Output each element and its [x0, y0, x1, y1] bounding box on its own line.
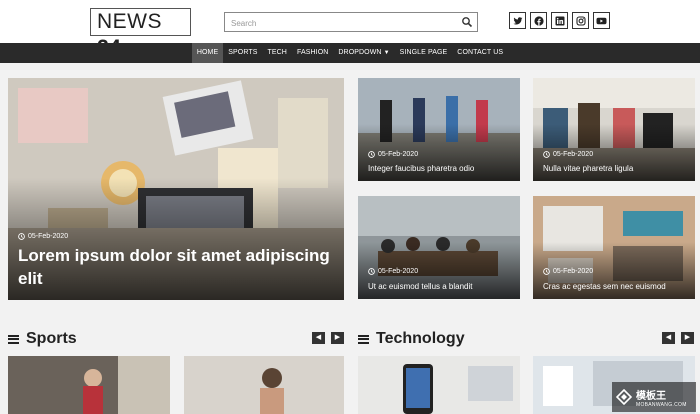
- clock-icon: [368, 268, 375, 275]
- instagram-icon[interactable]: [572, 12, 589, 29]
- article-card[interactable]: 05-Feb-2020 Nulla vitae pharetra ligula: [533, 78, 695, 181]
- youtube-icon[interactable]: [593, 12, 610, 29]
- menu-icon: [358, 334, 369, 344]
- search-input[interactable]: [225, 14, 450, 33]
- logo-text: NEWS: [97, 10, 162, 33]
- chevron-down-icon: ▼: [383, 50, 390, 56]
- nav-item-tech[interactable]: TECH: [263, 43, 292, 63]
- site-header: NEWS 24: [0, 0, 700, 59]
- watermark-text: 模板王 MOBANWANG.COM: [636, 387, 687, 408]
- technology-next-button[interactable]: ▶: [681, 332, 694, 344]
- sports-prev-button[interactable]: ◀: [312, 332, 325, 344]
- article-title[interactable]: Ut ac euismod tellus a blandit: [368, 282, 473, 291]
- technology-thumb[interactable]: [358, 356, 520, 414]
- watermark-line1: 模板王: [636, 390, 666, 402]
- featured-date: 05-Feb-2020: [28, 233, 69, 240]
- clock-icon: [543, 151, 550, 158]
- sports-next-button[interactable]: ▶: [331, 332, 344, 344]
- article-card[interactable]: 05-Feb-2020 Ut ac euismod tellus a bland…: [358, 196, 520, 299]
- clock-icon: [18, 233, 25, 240]
- main-nav: HOME SPORTS TECH FASHION DROPDOWN ▼ SINGL…: [0, 43, 700, 63]
- technology-section-header: Technology: [358, 330, 465, 348]
- watermark-line2: MOBANWANG.COM: [636, 401, 687, 408]
- article-title[interactable]: Nulla vitae pharetra ligula: [543, 164, 633, 173]
- article-title[interactable]: Integer faucibus pharetra odio: [368, 164, 474, 173]
- menu-icon: [8, 334, 19, 344]
- article-date: 05-Feb-2020: [378, 151, 419, 158]
- site-watermark: 模板王 MOBANWANG.COM: [612, 382, 696, 412]
- article-card[interactable]: 05-Feb-2020 Cras ac egestas sem nec euis…: [533, 196, 695, 299]
- article-card[interactable]: 05-Feb-2020 Integer faucibus pharetra od…: [358, 78, 520, 181]
- featured-meta: 05-Feb-2020: [18, 233, 68, 240]
- twitter-icon[interactable]: [509, 12, 526, 29]
- article-meta: 05-Feb-2020: [543, 151, 593, 158]
- article-date: 05-Feb-2020: [378, 268, 419, 275]
- article-date: 05-Feb-2020: [553, 268, 594, 275]
- sports-thumb[interactable]: [184, 356, 344, 414]
- nav-item-fashion[interactable]: FASHION: [292, 43, 333, 63]
- nav-item-contact-us[interactable]: CONTACT US: [452, 43, 508, 63]
- featured-title[interactable]: Lorem ipsum dolor sit amet adipiscing el…: [18, 244, 338, 290]
- search-box: [224, 12, 478, 33]
- site-logo[interactable]: NEWS 24: [90, 8, 191, 59]
- nav-item-dropdown[interactable]: DROPDOWN ▼: [333, 43, 394, 63]
- featured-article[interactable]: 05-Feb-2020 Lorem ipsum dolor sit amet a…: [8, 78, 344, 300]
- facebook-icon[interactable]: [530, 12, 547, 29]
- article-meta: 05-Feb-2020: [368, 151, 418, 158]
- article-date: 05-Feb-2020: [553, 151, 594, 158]
- search-icon[interactable]: [461, 16, 473, 28]
- clock-icon: [543, 268, 550, 275]
- nav-item-sports[interactable]: SPORTS: [223, 43, 262, 63]
- nav-item-home[interactable]: HOME: [191, 43, 224, 63]
- article-meta: 05-Feb-2020: [543, 268, 593, 275]
- sports-section-header: Sports: [8, 330, 77, 348]
- linkedin-icon[interactable]: [551, 12, 568, 29]
- nav-item-single-page[interactable]: SINGLE PAGE: [395, 43, 453, 63]
- section-title-sports: Sports: [26, 330, 77, 347]
- section-title-technology: Technology: [376, 330, 465, 347]
- technology-prev-button[interactable]: ◀: [662, 332, 675, 344]
- sports-thumb[interactable]: [8, 356, 170, 414]
- article-title[interactable]: Cras ac egestas sem nec euismod: [543, 282, 666, 291]
- dropdown-label: DROPDOWN: [338, 49, 382, 56]
- article-meta: 05-Feb-2020: [368, 268, 418, 275]
- social-links: [509, 12, 610, 29]
- watermark-logo-icon: [616, 389, 632, 405]
- clock-icon: [368, 151, 375, 158]
